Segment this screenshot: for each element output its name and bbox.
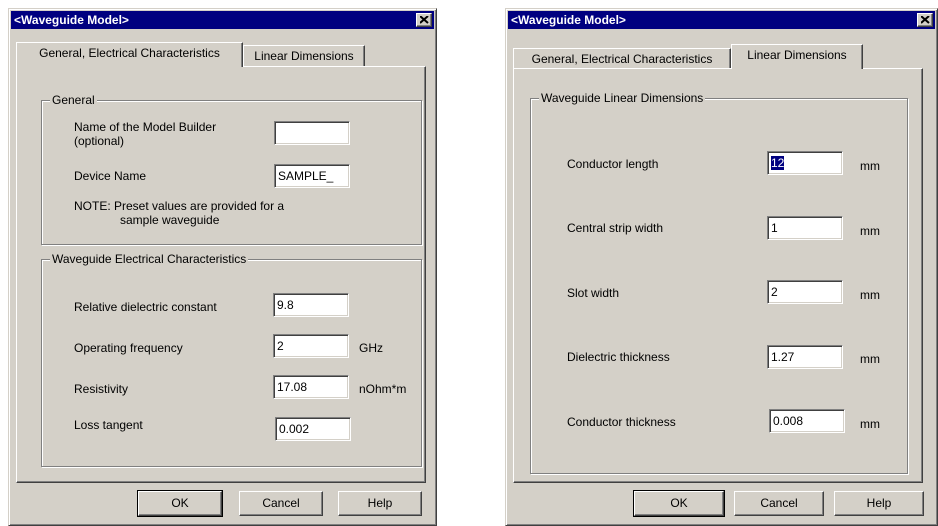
close-icon <box>921 16 930 24</box>
dielectric-constant-label: Relative dielectric constant <box>74 300 217 314</box>
dielectric-thickness-label: Dielectric thickness <box>567 350 670 364</box>
dielectric-constant-input[interactable]: 9.8 <box>273 293 349 317</box>
ok-label: OK <box>670 496 688 510</box>
cancel-button[interactable]: Cancel <box>239 491 323 516</box>
tab-label: General, Electrical Characteristics <box>39 46 220 60</box>
note-text-cont: sample waveguide <box>120 213 220 227</box>
central-strip-width-input[interactable]: 1 <box>767 216 843 240</box>
slot-width-label: Slot width <box>567 286 620 300</box>
tab-label: Linear Dimensions <box>747 48 847 62</box>
waveguide-dialog-left: <Waveguide Model> General, Electrical Ch… <box>8 8 437 526</box>
electrical-group: Waveguide Electrical Characteristics Rel… <box>41 252 422 467</box>
title-bar: <Waveguide Model> <box>508 11 935 29</box>
model-builder-optional-label: (optional) <box>74 134 125 148</box>
tab-general-electrical[interactable]: General, Electrical Characteristics <box>16 42 243 67</box>
slot-width-input[interactable]: 2 <box>767 280 843 304</box>
dialog-title: <Waveguide Model> <box>511 13 626 27</box>
conductor-length-label: Conductor length <box>567 157 659 171</box>
dielectric-thickness-unit: mm <box>860 352 880 366</box>
title-bar: <Waveguide Model> <box>11 11 434 29</box>
cancel-label: Cancel <box>262 496 300 510</box>
slot-width-unit: mm <box>860 288 880 302</box>
group-title: Waveguide Linear Dimensions <box>539 91 706 105</box>
tab-label: General, Electrical Characteristics <box>531 52 713 66</box>
general-group: General Name of the Model Builder (optio… <box>41 93 422 245</box>
conductor-length-input[interactable]: 12 <box>767 151 843 175</box>
close-button[interactable] <box>416 13 432 27</box>
group-title: General <box>50 93 97 107</box>
tab-general-electrical[interactable]: General, Electrical Characteristics <box>513 48 731 70</box>
note-text: NOTE: Preset values are provided for a <box>74 199 285 213</box>
model-builder-input[interactable] <box>274 121 350 145</box>
conductor-thickness-label: Conductor thickness <box>567 415 676 429</box>
close-icon <box>420 16 429 24</box>
loss-tangent-label: Loss tangent <box>74 418 143 432</box>
conductor-thickness-unit: mm <box>860 417 880 431</box>
close-button[interactable] <box>917 13 933 27</box>
tab-panel: General Name of the Model Builder (optio… <box>16 66 426 483</box>
dialog-title: <Waveguide Model> <box>14 13 129 27</box>
operating-frequency-input[interactable]: 2 <box>273 334 349 358</box>
cancel-label: Cancel <box>760 496 798 510</box>
loss-tangent-input[interactable]: 0.002 <box>275 417 351 441</box>
device-name-label: Device Name <box>74 169 147 183</box>
resistivity-input[interactable]: 17.08 <box>273 375 349 399</box>
tab-linear-dimensions[interactable]: Linear Dimensions <box>243 45 365 67</box>
group-title: Waveguide Electrical Characteristics <box>50 252 249 266</box>
ok-label: OK <box>171 496 189 510</box>
device-name-input[interactable]: SAMPLE_ <box>274 164 350 188</box>
conductor-length-unit: mm <box>860 159 880 173</box>
ok-button[interactable]: OK <box>633 490 725 517</box>
selected-text: 12 <box>771 156 785 170</box>
tab-panel: Waveguide Linear Dimensions Conductor le… <box>513 68 923 483</box>
central-strip-width-label: Central strip width <box>567 221 664 235</box>
tab-linear-dimensions[interactable]: Linear Dimensions <box>731 44 863 69</box>
operating-frequency-label: Operating frequency <box>74 341 183 355</box>
help-button[interactable]: Help <box>834 491 924 516</box>
linear-dimensions-group: Waveguide Linear Dimensions Conductor le… <box>530 91 908 474</box>
model-builder-label: Name of the Model Builder <box>74 120 217 134</box>
ok-button[interactable]: OK <box>137 490 223 517</box>
conductor-thickness-input[interactable]: 0.008 <box>769 409 845 433</box>
tab-label: Linear Dimensions <box>254 49 354 63</box>
help-label: Help <box>866 496 892 510</box>
help-label: Help <box>367 496 393 510</box>
help-button[interactable]: Help <box>338 491 422 516</box>
dielectric-thickness-input[interactable]: 1.27 <box>767 345 843 369</box>
resistivity-label: Resistivity <box>74 382 129 396</box>
frequency-unit: GHz <box>359 341 383 355</box>
cancel-button[interactable]: Cancel <box>734 491 824 516</box>
resistivity-unit: nOhm*m <box>359 382 407 396</box>
central-strip-width-unit: mm <box>860 224 880 238</box>
waveguide-dialog-right: <Waveguide Model> General, Electrical Ch… <box>505 8 938 526</box>
